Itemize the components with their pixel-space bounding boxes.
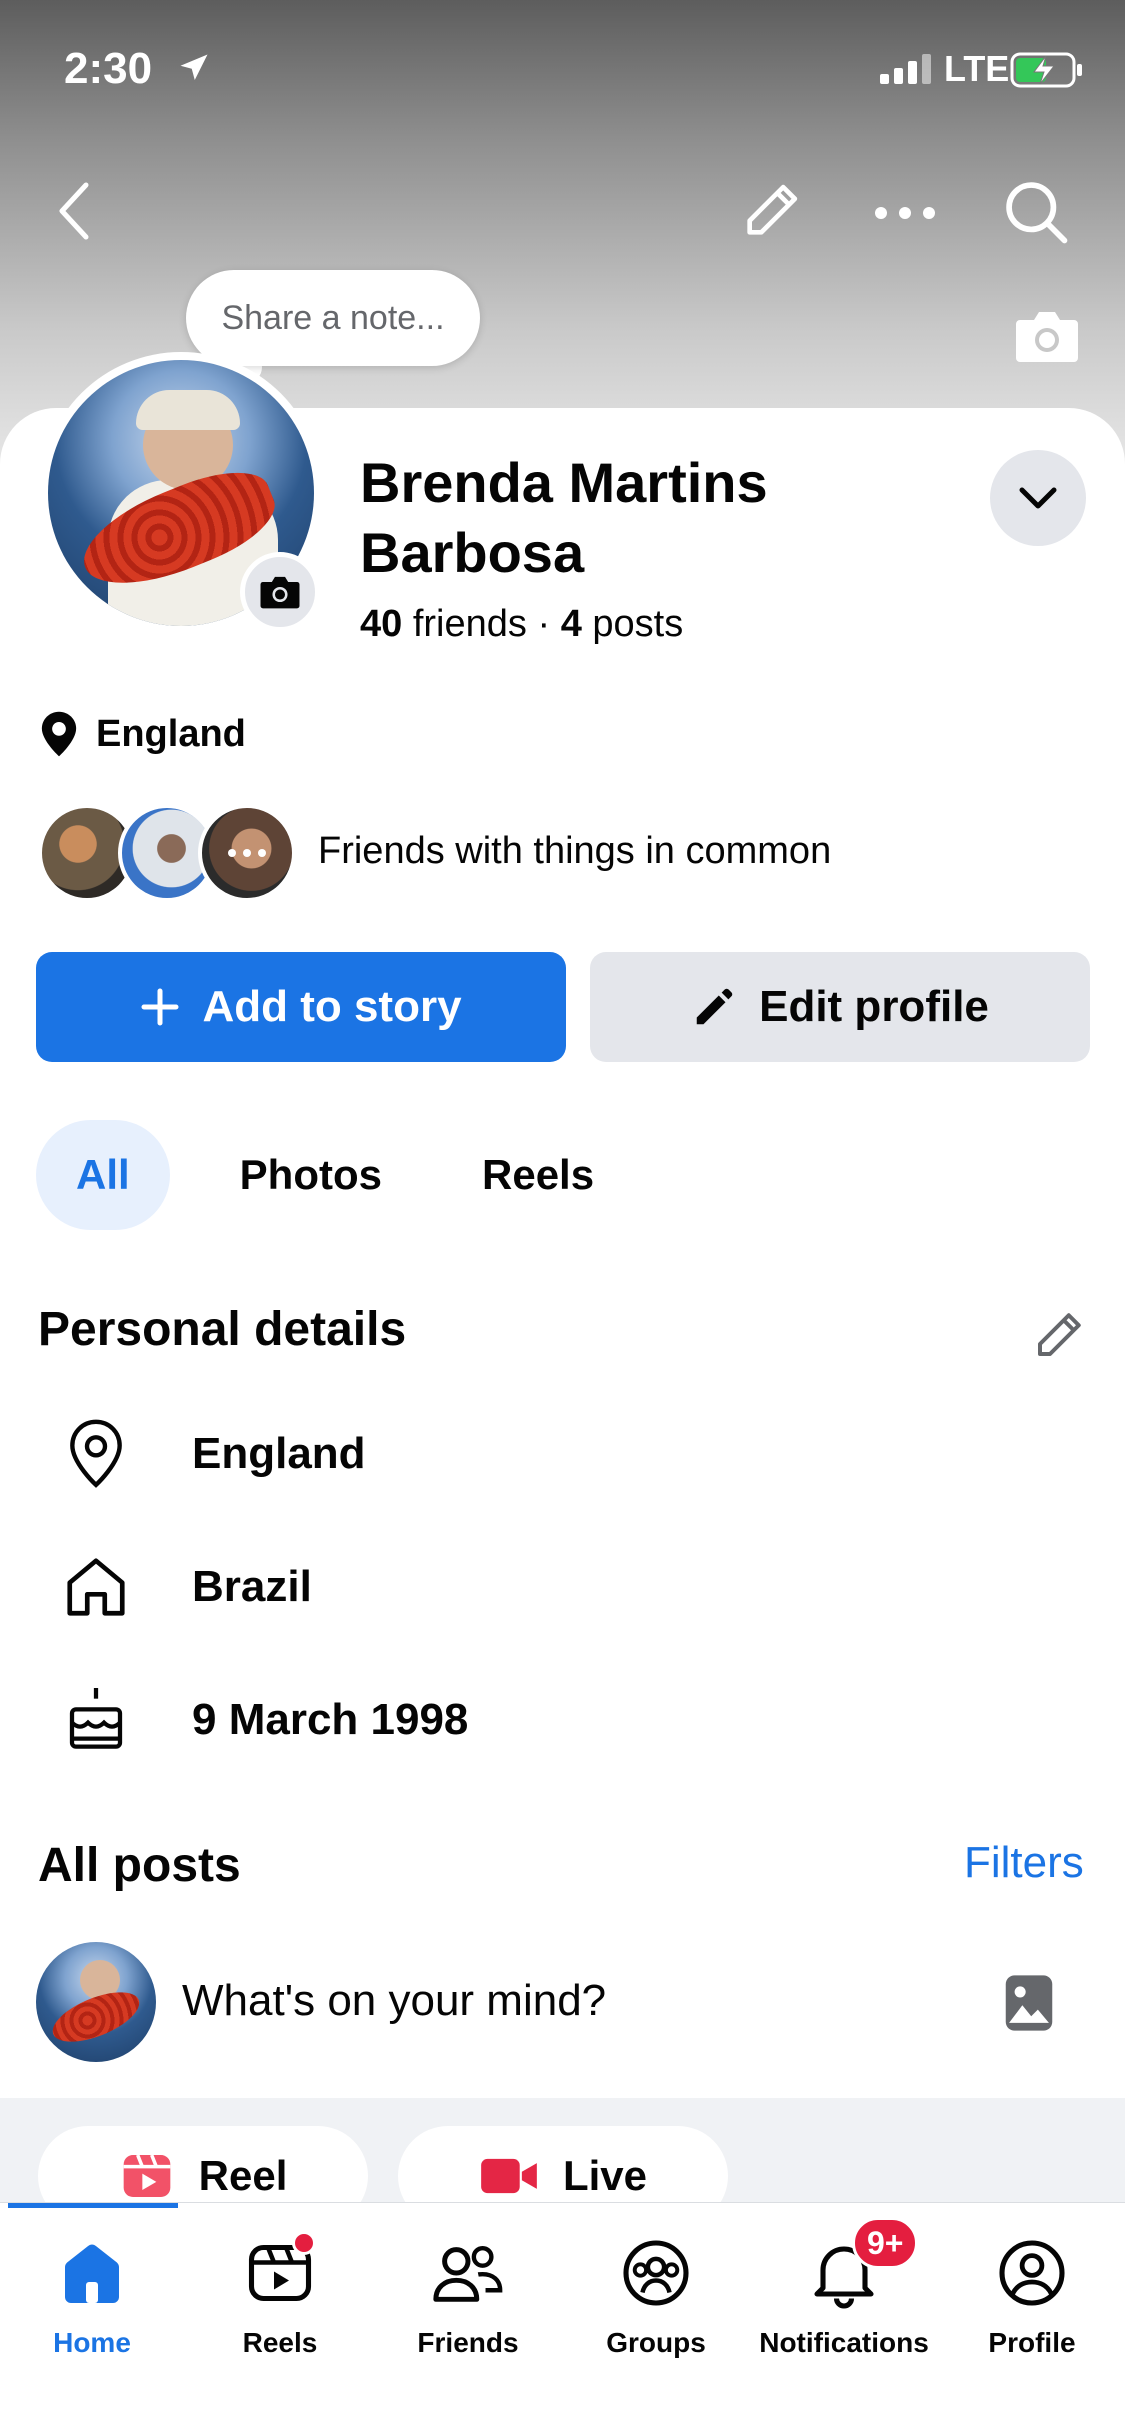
location-pin-icon [41, 711, 77, 757]
active-tab-indicator [8, 2203, 178, 2208]
birthday-cake-icon [60, 1684, 132, 1756]
share-note-bubble[interactable]: Share a note... [186, 270, 480, 366]
groups-icon [616, 2233, 696, 2313]
camera-icon [1016, 312, 1078, 362]
camera-icon [260, 576, 300, 609]
network-type: LTE [944, 48, 1010, 89]
profile-counts: 40 friends · 4 posts [360, 603, 683, 646]
edit-cover-button[interactable] [736, 172, 810, 246]
tab-reels[interactable]: Reels [432, 1120, 644, 1230]
detail-row-birthday: 9 March 1998 [60, 1684, 468, 1756]
status-bar: 2:30 LTE [0, 40, 1125, 100]
mutual-friends-row[interactable]: Friends with things in common [38, 800, 1098, 902]
separator-dot: · [537, 603, 561, 645]
search-button[interactable] [996, 172, 1076, 252]
home-icon [52, 2233, 132, 2313]
pencil-icon [1038, 1313, 1081, 1356]
avatar-camera-button[interactable] [240, 552, 320, 632]
add-to-story-button[interactable]: Add to story [36, 952, 566, 1062]
detail-birthday-text: 9 March 1998 [192, 1695, 469, 1744]
plus-icon [141, 988, 179, 1026]
add-to-story-label: Add to story [202, 982, 462, 1031]
profile-icon [992, 2233, 1072, 2313]
more-dots-icon [875, 207, 935, 219]
reels-notification-dot [292, 2231, 316, 2255]
tabbar-groups[interactable]: Groups [562, 2233, 750, 2359]
detail-hometown-text: Brazil [192, 1562, 312, 1611]
back-button[interactable] [44, 176, 104, 246]
tabbar-profile[interactable]: Profile [938, 2233, 1125, 2359]
personal-details-title: Personal details [38, 1303, 407, 1356]
cover-camera-button[interactable] [1012, 306, 1082, 366]
posts-count: 4 [560, 603, 582, 645]
location-row: England [38, 710, 246, 758]
tab-photos[interactable]: Photos [190, 1120, 432, 1230]
detail-row-location: England [60, 1418, 366, 1490]
friends-label[interactable]: friends [413, 603, 527, 645]
bell-icon: 9+ [804, 2217, 919, 2313]
tabbar-notifications-label: Notifications [759, 2327, 929, 2358]
edit-profile-label: Edit profile [759, 982, 989, 1031]
status-time: 2:30 [64, 44, 153, 93]
live-label: Live [562, 2152, 648, 2199]
chevron-down-icon [1019, 487, 1057, 509]
photo-icon [1005, 1975, 1053, 2031]
chevron-left-icon [59, 182, 89, 240]
location-arrow-icon [176, 50, 212, 91]
pencil-icon [696, 988, 733, 1025]
tabbar-reels-label: Reels [242, 2327, 318, 2358]
tab-all[interactable]: All [36, 1120, 170, 1230]
detail-row-hometown: Brazil [60, 1551, 312, 1623]
mutual-friends-text: Friends with things in common [318, 830, 832, 872]
mutual-friend-avatar [198, 804, 296, 902]
edit-details-button[interactable] [1030, 1304, 1090, 1369]
edit-profile-button[interactable]: Edit profile [590, 952, 1090, 1062]
search-icon [1006, 182, 1068, 244]
filters-link[interactable]: Filters [964, 1838, 1084, 1888]
tabbar-friends[interactable]: Friends [374, 2233, 562, 2359]
tabbar-reels[interactable]: Reels [186, 2231, 374, 2359]
tabbar-profile-label: Profile [988, 2327, 1076, 2358]
bottom-tab-bar: Home Reels Friends Groups 9+ Notificatio… [0, 2202, 1125, 2436]
signal-icon [880, 54, 934, 89]
live-video-icon [481, 2158, 537, 2194]
location-pin-icon [60, 1418, 132, 1490]
battery-icon [1010, 52, 1084, 93]
whats-on-your-mind-input[interactable]: What's on your mind? [182, 1976, 606, 2026]
tabbar-home[interactable]: Home [0, 2233, 186, 2359]
home-icon [60, 1551, 132, 1623]
reel-label: Reel [198, 2152, 288, 2199]
posts-label: posts [592, 603, 684, 645]
composer-avatar[interactable] [36, 1942, 156, 2062]
more-options-button[interactable] [868, 176, 942, 250]
share-note-text: Share a note... [221, 298, 445, 337]
pencil-icon [747, 184, 798, 235]
friends-icon [428, 2233, 508, 2313]
reels-icon [240, 2231, 320, 2313]
location-text: England [96, 712, 246, 755]
profile-name: Brenda Martins Barbosa [360, 451, 768, 584]
tabbar-home-label: Home [53, 2327, 131, 2358]
friends-count[interactable]: 40 [360, 603, 402, 645]
tabbar-notifications[interactable]: 9+ Notifications [750, 2217, 938, 2359]
add-photo-button[interactable] [1002, 1972, 1056, 2039]
all-posts-title: All posts [38, 1839, 241, 1892]
profile-tabs: All Photos Reels [36, 1120, 644, 1230]
tabbar-groups-label: Groups [606, 2327, 706, 2358]
detail-location-text: England [192, 1429, 366, 1478]
more-dots-icon [228, 849, 266, 857]
tabbar-friends-label: Friends [417, 2327, 519, 2358]
reel-icon [123, 2154, 170, 2197]
notifications-badge: 9+ [852, 2217, 919, 2269]
profile-menu-button[interactable] [990, 450, 1086, 546]
